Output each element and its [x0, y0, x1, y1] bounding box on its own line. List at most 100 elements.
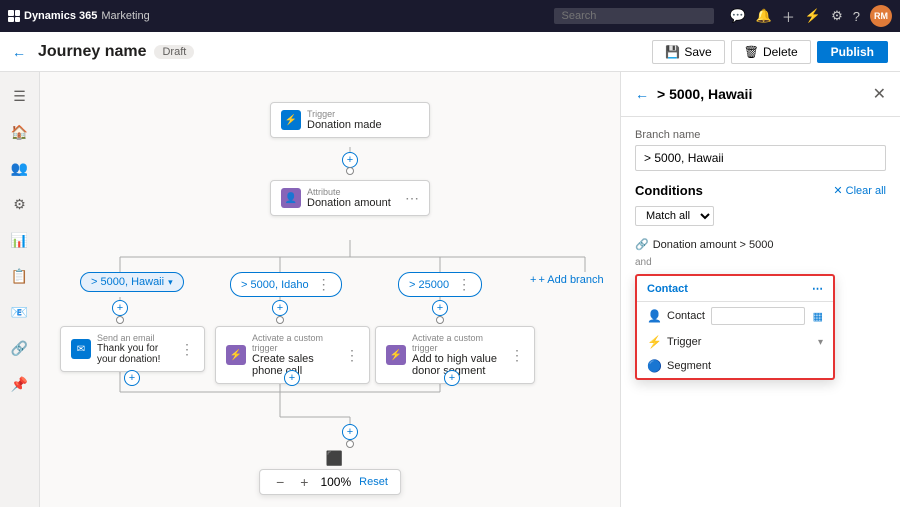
back-button[interactable]: ←: [12, 44, 26, 60]
condition-row-1: 🔗 Donation amount > 5000: [635, 234, 886, 255]
add-below-branch2[interactable]: +: [272, 300, 288, 316]
add-below-action1[interactable]: +: [124, 370, 140, 386]
publish-button[interactable]: Publish: [817, 41, 888, 63]
dropdown-item-contact-label: Contact: [667, 310, 705, 322]
action1-icon: ✉: [71, 339, 91, 359]
action1-name: Thank you for your donation!: [97, 343, 174, 365]
dropdown-item-trigger[interactable]: ⚡ Trigger ▾: [637, 330, 833, 354]
sidebar-journey-icon[interactable]: 📊: [4, 224, 36, 256]
journey-canvas: ⚡ Trigger Donation made + 👤 Attribute Do…: [40, 72, 620, 507]
add-below-action2[interactable]: +: [284, 370, 300, 386]
exit-icon: ⬛: [325, 450, 342, 467]
contact-filter-input[interactable]: [711, 307, 805, 325]
connector-exit: [346, 440, 354, 448]
topbar-icons: 💬 🔔 ＋ ⚡ ⚙ ? RM: [730, 5, 892, 27]
search-input[interactable]: [554, 8, 714, 24]
sidebar-menu-icon[interactable]: ☰: [4, 80, 36, 112]
dropdown-more-icon[interactable]: ⋯: [812, 282, 823, 295]
trigger-dd-icon: ⚡: [647, 335, 661, 349]
condition-dropdown: Contact ⋯ 👤 Contact ▦ ⚡ Trigger ▾: [635, 274, 835, 380]
panel-back-button[interactable]: ←: [635, 86, 649, 102]
plus-icon[interactable]: ＋: [782, 7, 795, 26]
panel-close-button[interactable]: ✕: [873, 84, 886, 104]
canvas-inner: ⚡ Trigger Donation made + 👤 Attribute Do…: [40, 72, 620, 502]
branch-name-section: Branch name: [621, 117, 900, 183]
connector-branch2: [276, 316, 284, 324]
condition-icon: 🔗: [635, 238, 649, 251]
bell-icon[interactable]: 🔔: [756, 8, 772, 24]
action3-icon: ⚡: [386, 345, 406, 365]
delete-button[interactable]: 🗑 Delete: [731, 40, 811, 64]
grid-icon: [8, 10, 20, 22]
sidebar-email-icon[interactable]: 📋: [4, 260, 36, 292]
right-panel: ← > 5000, Hawaii ✕ Branch name Condition…: [620, 72, 900, 507]
action3-type: Activate a custom trigger: [412, 333, 504, 353]
filter-icon[interactable]: ⚡: [805, 8, 821, 24]
attribute-type: Attribute: [307, 187, 391, 197]
add-branch-icon: +: [530, 274, 536, 286]
topbar: Dynamics 365 Marketing 💬 🔔 ＋ ⚡ ⚙ ? RM: [0, 0, 900, 32]
zoom-out-button[interactable]: −: [272, 474, 288, 490]
action2-icon: ⚡: [226, 345, 246, 365]
canvas-scroll-area[interactable]: ⚡ Trigger Donation made + 👤 Attribute Do…: [40, 72, 620, 507]
match-select[interactable]: Match all: [635, 206, 714, 226]
clear-all-button[interactable]: ✕ Clear all: [833, 184, 886, 197]
filter-icon: ▦: [813, 310, 823, 323]
attribute-name: Donation amount: [307, 197, 391, 209]
branch-name-label: Branch name: [635, 129, 886, 141]
add-branch-button[interactable]: + + Add branch: [530, 274, 604, 286]
add-below-branch1[interactable]: +: [112, 300, 128, 316]
sidebar-settings-icon[interactable]: 📌: [4, 368, 36, 400]
attribute-icon: 👤: [281, 188, 301, 208]
conditions-header: Conditions ✕ Clear all: [635, 183, 886, 198]
sidebar-people-icon[interactable]: 👥: [4, 152, 36, 184]
branch-3-more[interactable]: ⋮: [457, 276, 471, 293]
zoom-reset-button[interactable]: Reset: [359, 476, 388, 488]
add-below-action3[interactable]: +: [444, 370, 460, 386]
app-name: Dynamics 365: [24, 10, 97, 22]
attribute-more[interactable]: ⋯: [405, 190, 419, 207]
sidebar-event-icon[interactable]: 📧: [4, 296, 36, 328]
sidebar-home-icon[interactable]: 🏠: [4, 116, 36, 148]
branch-1-chevron: ▾: [168, 277, 173, 288]
action1-node[interactable]: ✉ Send an email Thank you for your donat…: [60, 326, 205, 372]
branch-3[interactable]: > 25000 ⋮: [398, 272, 482, 297]
add-before-exit[interactable]: +: [342, 424, 358, 440]
zoom-level: 100%: [320, 475, 351, 489]
conditions-section: Conditions ✕ Clear all Match all 🔗 Donat…: [621, 183, 900, 392]
sidebar-segment-icon[interactable]: ⚙: [4, 188, 36, 220]
add-below-branch3[interactable]: +: [432, 300, 448, 316]
help-icon[interactable]: ?: [853, 9, 860, 24]
sidebar-link-icon[interactable]: 🔗: [4, 332, 36, 364]
attribute-node[interactable]: 👤 Attribute Donation amount ⋯: [270, 180, 430, 216]
branch-2-label: > 5000, Idaho: [241, 279, 309, 291]
sidebar: ☰ 🏠 👥 ⚙ 📊 📋 📧 🔗 📌: [0, 72, 40, 507]
add-after-trigger[interactable]: +: [342, 152, 358, 168]
main-layout: ☰ 🏠 👥 ⚙ 📊 📋 📧 🔗 📌: [0, 72, 900, 507]
dropdown-item-contact[interactable]: 👤 Contact ▦: [637, 302, 833, 330]
chat-icon[interactable]: 💬: [730, 8, 746, 24]
settings-icon[interactable]: ⚙: [831, 8, 843, 24]
branch-2-more[interactable]: ⋮: [317, 276, 331, 293]
avatar[interactable]: RM: [870, 5, 892, 27]
branch-2[interactable]: > 5000, Idaho ⋮: [230, 272, 342, 297]
save-button[interactable]: 💾 Save: [652, 40, 724, 64]
connector-branch3: [436, 316, 444, 324]
dropdown-item-segment[interactable]: 🔵 Segment: [637, 354, 833, 378]
clear-icon: ✕: [833, 184, 842, 197]
trigger-node[interactable]: ⚡ Trigger Donation made: [270, 102, 430, 138]
app-logo: Dynamics 365 Marketing: [8, 10, 150, 22]
action2-more[interactable]: ⋮: [345, 347, 359, 364]
branch-1[interactable]: > 5000, Hawaii ▾: [80, 272, 184, 292]
command-bar-actions: 💾 Save 🗑 Delete Publish: [652, 40, 888, 64]
dropdown-item-segment-label: Segment: [667, 360, 711, 372]
condition-text: Donation amount > 5000: [653, 239, 774, 251]
zoom-in-button[interactable]: +: [296, 474, 312, 490]
dropdown-item-trigger-label: Trigger: [667, 336, 701, 348]
action1-more[interactable]: ⋮: [180, 341, 194, 358]
action3-more[interactable]: ⋮: [510, 347, 524, 364]
match-all-dropdown: Match all: [635, 206, 886, 226]
connector-1: [346, 167, 354, 175]
branch-name-input[interactable]: [635, 145, 886, 171]
panel-header: ← > 5000, Hawaii ✕: [621, 72, 900, 117]
